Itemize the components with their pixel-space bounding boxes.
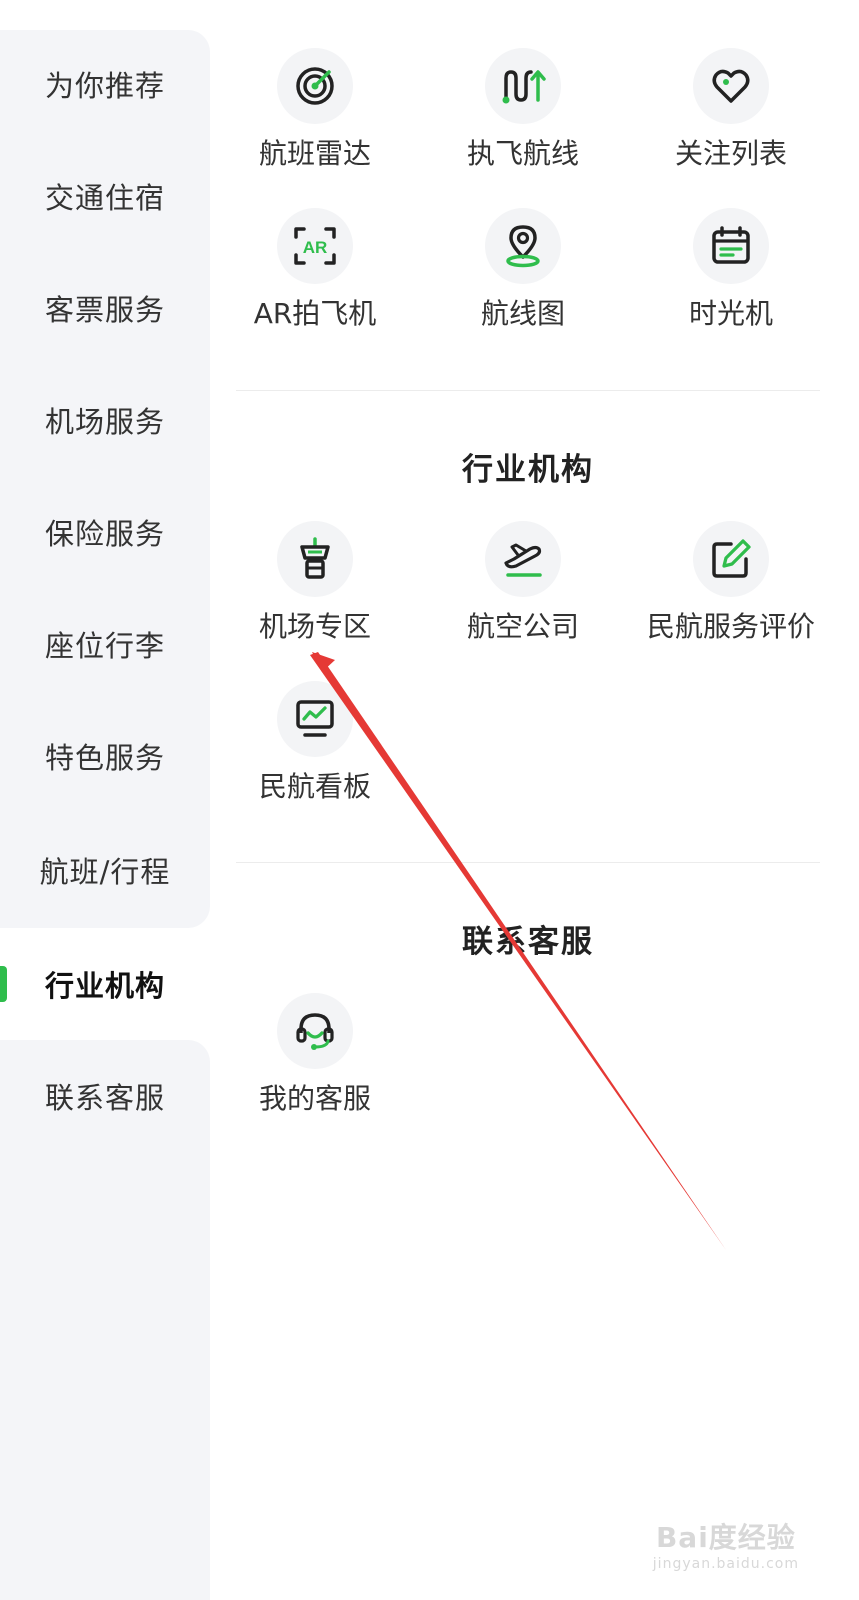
ar-scan-icon: AR	[277, 208, 353, 284]
edit-icon	[693, 521, 769, 597]
tile-label: 执飞航线	[466, 137, 579, 170]
sidebar-item-flight-trip[interactable]: 航班/行程	[0, 814, 210, 926]
tile-label: 航班雷达	[258, 137, 371, 170]
sidebar-item-insurance[interactable]: 保险服务	[0, 476, 210, 588]
tile-label: 我的客服	[258, 1082, 371, 1115]
tile-flight-routes[interactable]: 执飞航线	[418, 48, 628, 172]
tile-civil-aviation-board[interactable]: 民航看板	[210, 681, 420, 805]
sidebar-item-industry[interactable]: 行业机构	[0, 928, 210, 1040]
tile-service-review[interactable]: 民航服务评价	[626, 521, 836, 645]
sidebar-item-airport-service[interactable]: 机场服务	[0, 364, 210, 476]
radar-icon	[277, 48, 353, 124]
sidebar-item-contact[interactable]: 联系客服	[0, 1040, 210, 1152]
sidebar-item-special-service[interactable]: 特色服务	[0, 700, 210, 812]
tile-watch-list[interactable]: 关注列表	[626, 48, 836, 172]
watermark-text: Bai度经验	[655, 1521, 796, 1554]
svg-text:AR: AR	[303, 238, 328, 257]
tile-label: 航空公司	[466, 610, 579, 643]
section-title-contact: 联系客服	[462, 924, 594, 960]
control-tower-icon	[277, 521, 353, 597]
flight-route-icon	[485, 48, 561, 124]
tile-label: 民航看板	[258, 770, 371, 803]
tile-label: AR拍飞机	[253, 297, 377, 330]
tile-flight-radar[interactable]: 航班雷达	[210, 48, 420, 172]
tile-airport-zone[interactable]: 机场专区	[210, 521, 420, 645]
tile-airlines[interactable]: 航空公司	[418, 521, 628, 645]
watermark-url: jingyan.baidu.com	[652, 1556, 799, 1572]
tile-route-map[interactable]: 航线图	[418, 208, 628, 332]
tile-label: 关注列表	[674, 137, 787, 170]
watermark-logo: Bai度经验 jingyan.baidu.com	[653, 1516, 799, 1572]
calendar-icon	[693, 208, 769, 284]
airplane-takeoff-icon	[485, 521, 561, 597]
sidebar-item-ticket-service[interactable]: 客票服务	[0, 252, 210, 364]
sidebar-item-seat-baggage[interactable]: 座位行李	[0, 588, 210, 700]
tile-label: 时光机	[688, 297, 773, 330]
map-pin-icon	[485, 208, 561, 284]
section-divider	[236, 862, 820, 863]
tile-label: 航线图	[480, 297, 565, 330]
category-sidebar: 为你推荐 交通住宿 客票服务 机场服务 保险服务 座位行李 特色服务 航班/行程…	[0, 0, 210, 1600]
tile-label: 民航服务评价	[646, 610, 815, 643]
sidebar-item-recommended[interactable]: 为你推荐	[0, 28, 210, 140]
sidebar-item-transport-hotel[interactable]: 交通住宿	[0, 140, 210, 252]
heart-icon	[693, 48, 769, 124]
monitor-chart-icon	[277, 681, 353, 757]
section-title-industry: 行业机构	[462, 452, 594, 488]
tile-my-support[interactable]: 我的客服	[210, 993, 420, 1117]
tile-time-machine[interactable]: 时光机	[626, 208, 836, 332]
tile-ar-plane[interactable]: AR AR拍飞机	[210, 208, 420, 332]
tile-label: 机场专区	[258, 610, 371, 643]
section-divider	[236, 390, 820, 391]
headset-icon	[277, 993, 353, 1069]
